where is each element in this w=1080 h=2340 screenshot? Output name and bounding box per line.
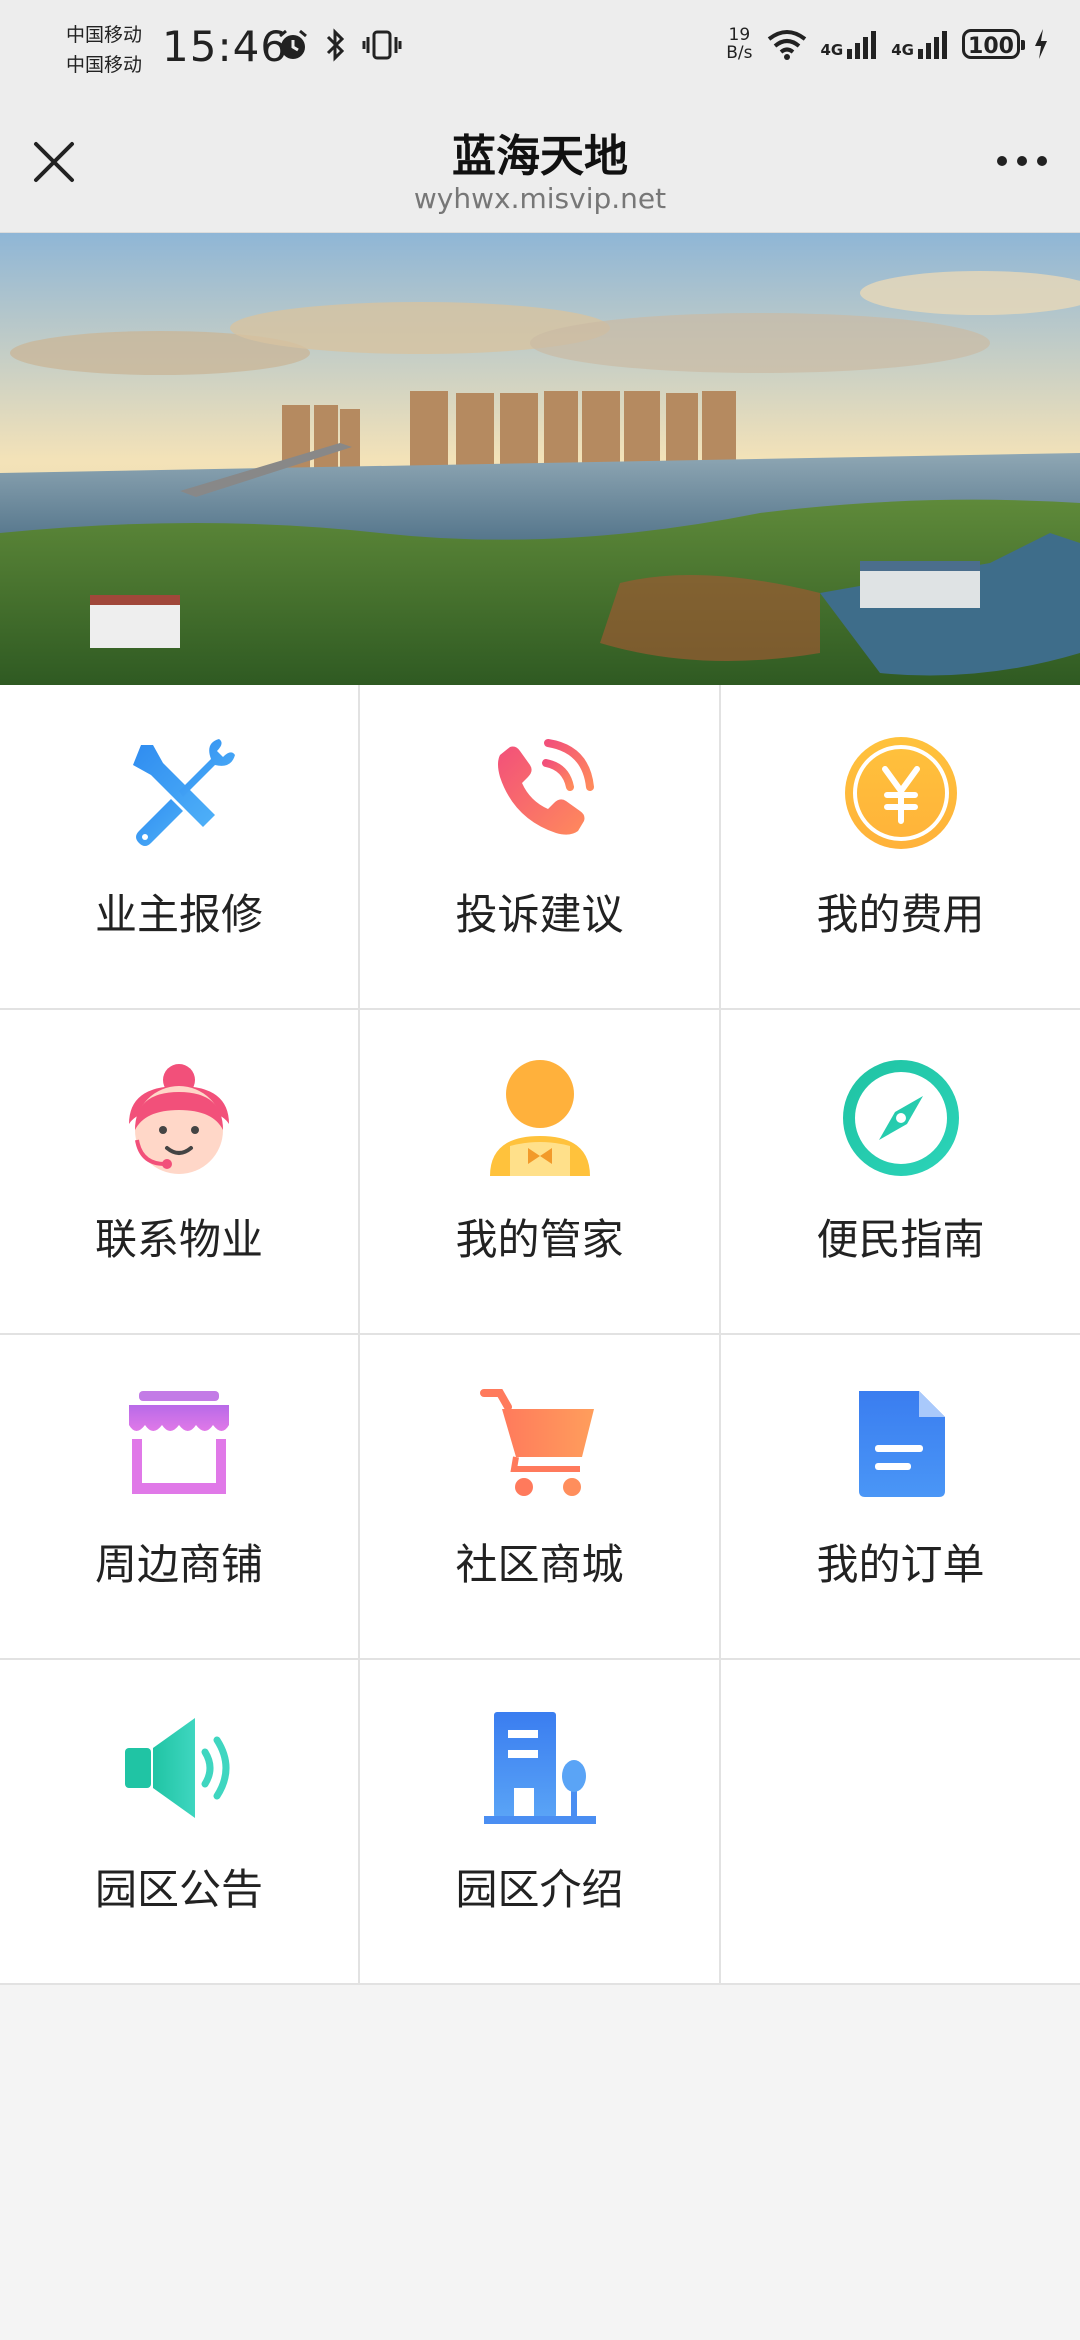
clock: 15:46 xyxy=(162,22,289,71)
page-url: wyhwx.misvip.net xyxy=(413,182,667,215)
signal-bars-icon xyxy=(918,31,947,59)
signal-bars-icon xyxy=(847,31,877,59)
bluetooth-icon xyxy=(326,28,345,62)
status-icons-right: 19 B/s 4G 4G 100 xyxy=(726,26,1050,62)
grid-item-label: 我的管家 xyxy=(455,1215,624,1264)
status-icons-left xyxy=(276,28,402,62)
grid-item-label: 社区商城 xyxy=(455,1540,624,1589)
network-speed: 19 B/s xyxy=(726,25,753,63)
signal-2: 4G xyxy=(891,29,950,59)
grid-item-label: 便民指南 xyxy=(816,1215,985,1264)
customer-service-icon xyxy=(129,1064,229,1174)
carrier-2: 中国移动 xyxy=(66,54,143,76)
grid-item-repair[interactable]: 业主报修 xyxy=(0,685,360,1010)
grid-item-nearby-shops[interactable]: 周边商铺 xyxy=(0,1335,360,1660)
banner-image[interactable] xyxy=(0,233,1080,685)
status-bar: 中国移动 中国移动 15:46 19 B/s 4G 4G 100 xyxy=(0,0,1080,100)
grid-item-announcements[interactable]: 园区公告 xyxy=(0,1660,360,1985)
wrench-screwdriver-icon xyxy=(133,739,235,846)
speaker-icon xyxy=(125,1718,230,1818)
grid-item-guide[interactable]: 便民指南 xyxy=(721,1010,1080,1335)
grid-item-label: 我的订单 xyxy=(816,1540,985,1589)
document-icon xyxy=(858,1391,945,1497)
building-icon xyxy=(483,1712,596,1824)
carrier-1: 中国移动 xyxy=(66,24,143,46)
nav-bar: 蓝海天地 wyhwx.misvip.net xyxy=(0,100,1080,233)
storefront-icon xyxy=(129,1391,229,1494)
charging-bolt-icon xyxy=(1035,29,1047,59)
city-panorama-illustration xyxy=(0,233,1080,685)
phone-call-icon xyxy=(497,739,594,835)
butler-icon xyxy=(489,1060,590,1176)
service-grid: 业主报修 投诉建议 我的费用 联系物业 我的管家 便民指南 周边商铺 社区商城 … xyxy=(0,685,1080,1985)
grid-item-community-mall[interactable]: 社区商城 xyxy=(360,1335,721,1660)
more-options-icon[interactable] xyxy=(992,146,1052,176)
grid-item-label: 业主报修 xyxy=(94,890,263,939)
signal-1: 4G xyxy=(821,29,880,59)
yen-coin-icon xyxy=(844,737,957,849)
grid-item-label: 园区公告 xyxy=(94,1865,263,1914)
grid-item-butler[interactable]: 我的管家 xyxy=(360,1010,721,1335)
grid-item-label: 联系物业 xyxy=(94,1215,263,1264)
grid-item-park-intro[interactable]: 园区介绍 xyxy=(360,1660,721,1985)
grid-item-empty xyxy=(721,1660,1080,1985)
grid-item-contact-property[interactable]: 联系物业 xyxy=(0,1010,360,1335)
grid-item-label: 投诉建议 xyxy=(455,890,624,939)
grid-item-label: 我的费用 xyxy=(816,890,985,939)
grid-item-complaint[interactable]: 投诉建议 xyxy=(360,685,721,1010)
vibrate-icon xyxy=(362,30,402,60)
grid-item-label: 周边商铺 xyxy=(94,1540,263,1589)
battery-indicator: 100 xyxy=(962,29,1025,59)
grid-item-my-orders[interactable]: 我的订单 xyxy=(721,1335,1080,1660)
alarm-icon xyxy=(279,29,307,59)
compass-icon xyxy=(842,1060,959,1176)
grid-item-label: 园区介绍 xyxy=(455,1865,624,1914)
grid-item-fees[interactable]: 我的费用 xyxy=(721,685,1080,1010)
wifi-icon xyxy=(767,30,806,60)
page-title: 蓝海天地 xyxy=(452,131,628,182)
carrier-names: 中国移动 中国移动 xyxy=(66,20,142,80)
shopping-cart-icon xyxy=(479,1389,594,1496)
